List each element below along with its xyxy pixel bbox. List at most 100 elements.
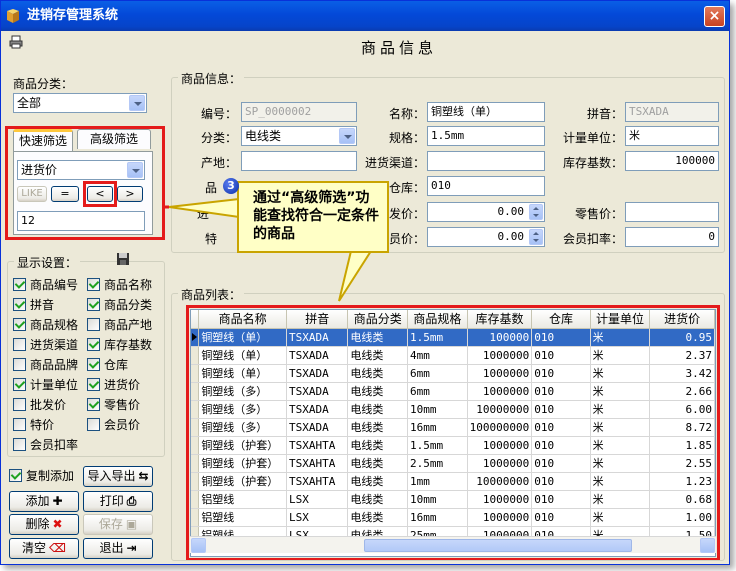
checkbox-checked-icon[interactable] (13, 378, 26, 391)
row-indicator[interactable] (191, 454, 200, 473)
category-field-select[interactable]: 电线类 (241, 126, 357, 146)
row-indicator[interactable] (191, 328, 200, 347)
display-checkbox[interactable]: 商品规格 (13, 318, 78, 332)
table-row[interactable]: 铜塑线（单） TSXADA 电线类 4mm 1000000 010 米 2.37 (191, 346, 715, 365)
scroll-right-icon[interactable] (700, 538, 715, 553)
display-checkbox[interactable]: 商品名称 (87, 278, 152, 292)
table-row[interactable]: 铜塑线（护套） TSXAHTA 电线类 1.5mm 1000000 010 米 1.85 (191, 436, 715, 455)
display-checkbox[interactable]: 会员扣率 (13, 438, 78, 452)
title-bar[interactable]: 进销存管理系统 × (1, 1, 729, 31)
row-indicator[interactable] (191, 436, 200, 455)
column-header[interactable]: 库存基数 (467, 310, 533, 329)
display-checkbox[interactable]: 计量单位 (13, 378, 78, 392)
display-checkbox[interactable]: 商品编号 (13, 278, 78, 292)
table-row[interactable]: 铜塑线（多） TSXADA 电线类 6mm 1000000 010 米 2.66 (191, 382, 715, 401)
column-header[interactable]: 商品分类 (347, 310, 409, 329)
checkbox-checked-icon[interactable] (87, 358, 100, 371)
stock-input[interactable]: 100000 (625, 151, 719, 171)
checkbox-empty-icon[interactable] (13, 418, 26, 431)
column-header[interactable]: 拼音 (286, 310, 349, 329)
checkbox-empty-icon[interactable] (13, 398, 26, 411)
checkbox-checked-icon[interactable] (87, 378, 100, 391)
spinner-icon[interactable] (529, 229, 543, 245)
checkbox-checked-icon[interactable] (87, 298, 100, 311)
display-checkbox[interactable]: 商品分类 (87, 298, 152, 312)
display-checkbox[interactable]: 仓库 (87, 358, 128, 372)
display-checkbox[interactable]: 零售价 (87, 398, 140, 412)
import-export-button[interactable]: 导入导出 ⇆ (83, 466, 153, 487)
add-button[interactable]: 添加 ✚ (9, 491, 79, 512)
code-input[interactable]: SP_0000002 (241, 102, 357, 122)
table-row[interactable]: 铜塑线（护套） TSXAHTA 电线类 1mm 10000000 010 米 1.23 (191, 472, 715, 491)
checkbox-checked-icon[interactable] (87, 338, 100, 351)
column-header[interactable]: 商品规格 (407, 310, 468, 329)
channel-input[interactable] (427, 151, 545, 171)
name-input[interactable]: 铜塑线（单） (427, 102, 545, 122)
display-checkbox[interactable]: 进货价 (87, 378, 140, 392)
row-indicator[interactable] (191, 364, 200, 383)
checkbox-empty-icon[interactable] (87, 418, 100, 431)
checkbox-checked-icon[interactable] (87, 278, 100, 291)
table-row[interactable]: 铜塑线（多） TSXADA 电线类 10mm 10000000 010 米 6.00 (191, 400, 715, 419)
row-indicator[interactable] (191, 400, 200, 419)
display-checkbox[interactable]: 商品品牌 (13, 358, 78, 372)
save-disk-icon[interactable] (116, 252, 130, 266)
warehouse-input[interactable]: 010 (427, 176, 545, 196)
table-row[interactable]: 铝塑线 LSX 电线类 10mm 1000000 010 米 0.68 (191, 490, 715, 509)
display-checkbox[interactable]: 批发价 (13, 398, 66, 412)
exit-button[interactable]: 退出 ⇥ (83, 538, 153, 559)
clear-button[interactable]: 清空 ⌫ (9, 538, 79, 559)
delete-button[interactable]: 删除 ✖ (9, 514, 79, 535)
checkbox-checked-icon[interactable] (13, 318, 26, 331)
wholesale-input[interactable]: 0.00 (427, 202, 545, 222)
table-row[interactable]: 铜塑线（多） TSXADA 电线类 16mm 100000000 010 米 8.72 (191, 418, 715, 437)
table-row[interactable]: 铜塑线（单） TSXADA 电线类 6mm 1000000 010 米 3.42 (191, 364, 715, 383)
chevron-down-icon[interactable] (129, 95, 145, 111)
column-header[interactable]: 进货价 (649, 310, 715, 329)
category-select[interactable]: 全部 (13, 93, 147, 113)
chevron-down-icon[interactable] (339, 128, 355, 144)
display-checkbox[interactable]: 特价 (13, 418, 54, 432)
retail-input[interactable] (625, 202, 719, 222)
row-indicator[interactable] (191, 382, 200, 401)
save-button[interactable]: 保存 ▣ (83, 514, 153, 535)
member-price-input[interactable]: 0.00 (427, 227, 545, 247)
checkbox-checked-icon[interactable] (87, 398, 100, 411)
row-indicator[interactable] (191, 508, 200, 527)
horizontal-scrollbar[interactable] (190, 536, 716, 553)
copy-add-checkbox[interactable]: 复制添加 (9, 469, 74, 483)
table-row[interactable]: 铜塑线（护套） TSXAHTA 电线类 2.5mm 1000000 010 米 2.55 (191, 454, 715, 473)
unit-input[interactable]: 米 (625, 126, 719, 146)
checkbox-checked-icon[interactable] (13, 278, 26, 291)
scroll-thumb[interactable] (364, 539, 632, 552)
print-button[interactable]: 打印 ⎙ (83, 491, 153, 512)
display-checkbox[interactable]: 会员价 (87, 418, 140, 432)
row-indicator[interactable] (191, 472, 200, 491)
checkbox-empty-icon[interactable] (13, 358, 26, 371)
checkbox-empty-icon[interactable] (87, 318, 100, 331)
close-button[interactable]: × (704, 6, 725, 27)
column-header[interactable]: 商品名称 (198, 310, 287, 329)
scroll-left-icon[interactable] (191, 538, 206, 553)
spinner-icon[interactable] (529, 204, 543, 220)
display-checkbox[interactable]: 进货渠道 (13, 338, 78, 352)
display-checkbox[interactable]: 商品产地 (87, 318, 152, 332)
printer-icon[interactable] (9, 35, 23, 49)
spec-input[interactable]: 1.5mm (427, 126, 545, 146)
member-rate-input[interactable]: 0 (625, 227, 719, 247)
checkbox-empty-icon[interactable] (13, 338, 26, 351)
row-indicator[interactable] (191, 490, 200, 509)
display-checkbox[interactable]: 库存基数 (87, 338, 152, 352)
row-indicator[interactable] (191, 346, 200, 365)
column-header[interactable]: 计量单位 (590, 310, 651, 329)
checkbox-checked-icon[interactable] (13, 298, 26, 311)
origin-input[interactable] (241, 151, 357, 171)
pinyin-input[interactable]: TSXADA (625, 102, 719, 122)
product-table[interactable]: 商品名称 拼音 商品分类 商品规格 库存基数 仓库 计量单位 进货价 铜塑线（单） TSXADA… (190, 309, 716, 557)
table-row[interactable]: 铝塑线 LSX 电线类 16mm 1000000 010 米 1.00 (191, 508, 715, 527)
table-row[interactable]: 铜塑线（单） TSXADA 电线类 1.5mm 100000 010 米 0.95 (191, 328, 715, 347)
column-header[interactable]: 仓库 (531, 310, 591, 329)
row-indicator[interactable] (191, 418, 200, 437)
display-checkbox[interactable]: 拼音 (13, 298, 54, 312)
checkbox-empty-icon[interactable] (13, 438, 26, 451)
